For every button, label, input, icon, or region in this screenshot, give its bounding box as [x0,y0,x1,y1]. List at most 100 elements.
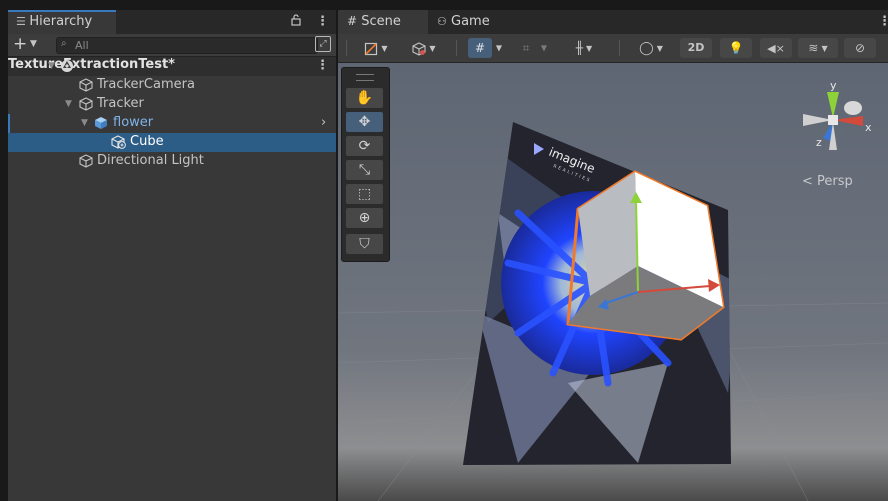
add-button[interactable]: + [13,35,27,53]
chevron-down-icon: ▼ [429,43,436,53]
gizmo-center-cube[interactable] [828,115,838,125]
scene-tab-bar: # Scene ⚇ Game ⋮ [338,10,888,34]
hidden-objects-toggle[interactable]: ⊘ [844,38,876,58]
hierarchy-item-cube[interactable]: Cube [8,133,336,152]
fold-arrow-icon[interactable]: ▼ [81,118,88,128]
selection-indicator [8,114,10,133]
rect-tool-icon: ⬚ [357,186,372,202]
camera-mode-dropdown[interactable]: ◯ ▼ [630,38,672,58]
rect-tool-button[interactable]: ⬚ [346,184,383,204]
scale-tool-button[interactable]: ⤡ [346,160,383,180]
gameobject-added-icon [111,135,126,149]
gameobject-icon [79,97,93,111]
ruler-icon: ╫ [575,41,584,55]
gamepad-icon: ⚇ [437,15,447,28]
2d-mode-button[interactable]: 2D [680,38,712,58]
hierarchy-tab-bar: ☰ Hierarchy ⋮ [8,10,336,34]
tab-game[interactable]: ⚇ Game [428,10,508,34]
audio-toggle[interactable]: ◀× [760,38,792,58]
render-mode-dropdown[interactable]: ▼ [404,38,444,58]
custom-tool-icon: ⛉ [359,236,370,252]
gizmo-y-cone[interactable] [827,92,839,118]
grid-snap-toggle[interactable]: # [468,38,492,58]
rotate-icon: ⟳ [358,138,371,154]
eye-slash-icon: ⊘ [854,41,866,55]
chevron-down-icon[interactable]: ▼ [30,39,37,49]
hierarchy-item-flower[interactable]: ▼ flower › [8,114,336,133]
chevron-down-icon: ▼ [586,43,593,53]
toolbar-grip [346,40,347,56]
hierarchy-item-label: flower [113,115,154,130]
scene-root-row[interactable]: ▼ TextureExtractionTest* ⋮ [8,57,336,76]
audio-muted-icon: ◀× [767,42,785,55]
scale-icon: ⤡ [358,162,371,178]
scene-panel: # Scene ⚇ Game ⋮ ▼ ▼ # ▼ ⌗ ▼ ╫ ▼ ◯ ▼ 2D 💡 … [338,10,888,501]
hierarchy-item-directional-light[interactable]: Directional Light [8,152,336,171]
increment-snap-toggle[interactable]: ⌗ [515,38,537,58]
hierarchy-tab[interactable]: ☰ Hierarchy [8,10,116,34]
search-box: ⌕ [56,37,318,54]
search-icon[interactable]: ⌕ [61,38,67,49]
fold-arrow-icon[interactable]: ▼ [65,99,72,109]
search-filter-icon[interactable]: ⤢ [315,36,331,52]
transform-tool-button[interactable]: ⊕ [346,208,383,228]
gameobject-icon [79,154,93,168]
grid-snap-dropdown[interactable]: ▼ [493,38,505,58]
tab-scene[interactable]: # Scene [338,10,428,34]
hierarchy-item-label: Tracker [97,96,144,111]
gameobject-icon [79,78,93,92]
toolbar-separator [456,40,457,56]
snap-grid-icon: ⌗ [522,41,530,55]
custom-tool-button[interactable]: ⛉ [346,234,383,254]
tool-palette: ✋ ✥ ⟳ ⤡ ⬚ ⊕ ⛉ [341,67,390,262]
prefab-icon [94,116,108,130]
scene-name-label: TextureExtractionTest* [8,57,175,72]
tab-scene-label: # Scene [347,14,401,29]
unity-scene-icon [60,59,74,73]
lock-icon[interactable] [291,14,301,29]
more-options-icon[interactable]: ⋮ [316,58,329,73]
effects-icon: ≋ [808,41,819,55]
hand-icon: ✋ [355,90,374,106]
hand-tool-button[interactable]: ✋ [346,88,383,108]
shading-mode-icon [365,42,378,55]
scene-viewport[interactable]: imagine REALITIES ✋ ✥ ⟳ ⤡ ⬚ ⊕ ⛉ y x z < … [338,63,888,501]
hierarchy-tab-label: ☰ Hierarchy [16,14,93,29]
hierarchy-item-tracker[interactable]: ▼ Tracker [8,95,336,114]
orientation-gizmo[interactable]: y x z [793,80,873,160]
search-input[interactable] [75,38,305,53]
lighting-toggle[interactable]: 💡 [720,38,752,58]
hierarchy-item-label: TrackerCamera [97,77,195,92]
scene-toolbar: ▼ ▼ # ▼ ⌗ ▼ ╫ ▼ ◯ ▼ 2D 💡 ◀× ≋ ▼ ⊘ [338,34,888,63]
list-icon: ☰ [16,15,30,28]
chevron-down-icon: ▼ [540,43,548,53]
hierarchy-item-label: Cube [130,134,164,149]
hierarchy-item-trackercamera[interactable]: TrackerCamera [8,76,336,95]
chevron-down-icon: ▼ [495,43,503,53]
gizmo-neg-z-cone[interactable] [844,101,862,115]
palette-grip[interactable] [356,74,374,81]
hierarchy-panel: ☰ Hierarchy ⋮ + ▼ ⌕ ⤢ ▼ TextureExtractio… [8,10,336,501]
fold-arrow-icon[interactable]: ▼ [48,61,55,71]
move-icon: ✥ [358,114,371,130]
effects-dropdown[interactable]: ≋ ▼ [798,38,838,58]
increment-snap-dropdown[interactable]: ▼ [538,38,550,58]
draw-mode-dropdown[interactable]: ▼ [356,38,396,58]
gizmo-label-z: z [816,136,822,149]
gizmo-label-x: x [865,121,872,134]
snap-settings-dropdown[interactable]: ╫ ▼ [562,38,606,58]
gizmo-label-y: y [830,80,837,92]
projection-toggle[interactable]: < Persp [802,174,853,189]
chevron-down-icon: ▼ [656,43,663,53]
tab-game-label: ⚇ Game [437,14,490,29]
more-options-icon[interactable]: ⋮ [316,14,329,29]
hierarchy-item-label: Directional Light [97,153,204,168]
more-options-icon[interactable]: ⋮ [878,14,888,29]
rotate-tool-button[interactable]: ⟳ [346,136,383,156]
cube-icon [412,41,426,56]
chevron-right-icon[interactable]: › [321,115,326,130]
grid-icon: # [347,14,358,28]
toolbar-separator [619,40,620,56]
chevron-down-icon: ▼ [821,43,828,53]
move-tool-button[interactable]: ✥ [346,112,383,132]
